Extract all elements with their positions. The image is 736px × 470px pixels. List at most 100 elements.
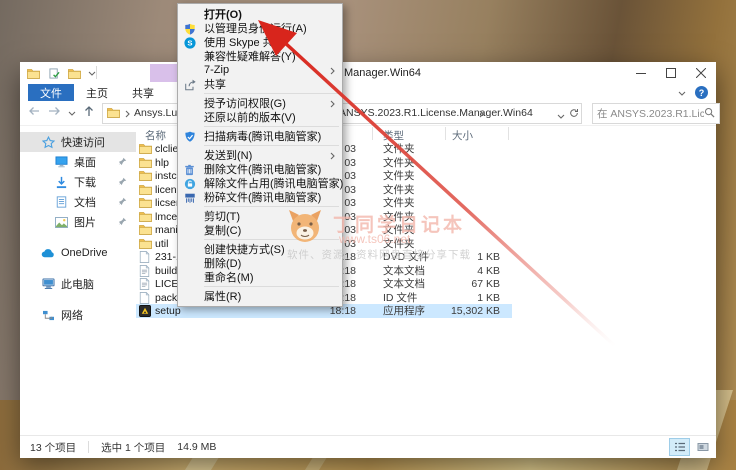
context-menu: 打开(O)以管理员身份运行(A)S使用 Skype 共享兼容性疑难解答(Y)7-… bbox=[177, 3, 343, 307]
breadcrumb-chevron-icon[interactable] bbox=[125, 109, 130, 121]
sidebar-item-pictures[interactable]: 图片 bbox=[20, 212, 136, 232]
search-input[interactable]: 在 ANSYS.2023.R1.License.... bbox=[592, 103, 720, 124]
items-count: 13 个项目 bbox=[30, 440, 76, 455]
menu-item-2[interactable]: S使用 Skype 共享 bbox=[178, 35, 342, 49]
sidebar-item-documents[interactable]: 文档 bbox=[20, 192, 136, 212]
tab-file[interactable]: 文件 bbox=[28, 84, 74, 101]
file-type: 文件夹 bbox=[383, 171, 415, 182]
menu-item-18[interactable]: 复制(C) bbox=[178, 223, 342, 237]
up-icon[interactable] bbox=[84, 105, 94, 120]
breadcrumb-chevron-icon[interactable] bbox=[479, 109, 484, 121]
window-controls bbox=[626, 62, 716, 84]
column-separator[interactable] bbox=[508, 127, 509, 140]
sidebar-item-desktop[interactable]: 桌面 bbox=[20, 152, 136, 172]
menu-item-17[interactable]: 剪切(T) bbox=[178, 209, 342, 223]
menu-item-5[interactable]: 共享 bbox=[178, 77, 342, 91]
file-type: 应用程序 bbox=[383, 306, 425, 317]
desktop: ANSYS.2023.R1.License.Manager.Win64 文件 主… bbox=[0, 0, 736, 470]
menu-separator bbox=[204, 93, 339, 94]
pictures-icon bbox=[53, 217, 69, 228]
search-icon[interactable] bbox=[704, 107, 715, 121]
menu-item-3[interactable]: 兼容性疑难解答(Y) bbox=[178, 49, 342, 63]
menu-separator bbox=[204, 239, 339, 240]
menu-item-1[interactable]: 以管理员身份运行(A) bbox=[178, 21, 342, 35]
menu-item-label: 属性(R) bbox=[204, 288, 241, 304]
onedrive-icon bbox=[40, 248, 56, 258]
file-type: 文件夹 bbox=[383, 212, 415, 223]
menu-item-13[interactable]: 删除文件(腾讯电脑管家) bbox=[178, 162, 342, 176]
file-type: 文本文档 bbox=[383, 266, 425, 277]
maximize-button[interactable] bbox=[656, 62, 686, 84]
skype-icon: S bbox=[183, 36, 196, 49]
sidebar-item-network[interactable]: 网络 bbox=[20, 305, 136, 325]
file-type: ID 文件 bbox=[383, 293, 417, 304]
menu-separator bbox=[204, 145, 339, 146]
menu-item-label: 兼容性疑难解答(Y) bbox=[204, 48, 296, 64]
menu-item-label: 粉碎文件(腾讯电脑管家) bbox=[204, 189, 321, 205]
menu-item-4[interactable]: 7-Zip bbox=[178, 63, 342, 77]
file-size: 15,302 KB bbox=[420, 306, 500, 317]
column-separator[interactable] bbox=[445, 127, 446, 140]
menu-separator bbox=[204, 126, 339, 127]
menu-item-label: 重命名(M) bbox=[204, 269, 254, 285]
sidebar-item-this-pc[interactable]: 此电脑 bbox=[20, 274, 136, 294]
ribbon-expand-chevron-icon[interactable] bbox=[678, 87, 686, 99]
address-dropdown-chevron-icon[interactable] bbox=[557, 110, 565, 122]
menu-item-20[interactable]: 创建快捷方式(S) bbox=[178, 242, 342, 256]
sidebar-item-onedrive[interactable]: OneDrive bbox=[20, 243, 136, 263]
column-separator[interactable] bbox=[372, 127, 373, 140]
pin-icon bbox=[118, 177, 127, 189]
file-size: 4 KB bbox=[420, 266, 500, 277]
menu-item-14[interactable]: 解除文件占用(腾讯电脑管家) bbox=[178, 176, 342, 190]
breadcrumb-current[interactable]: ANSYS.2023.R1.License.Manager.Win64 bbox=[339, 107, 533, 119]
qat-properties-icon[interactable] bbox=[46, 66, 62, 80]
tab-share[interactable]: 共享 bbox=[120, 84, 166, 101]
forward-icon[interactable] bbox=[48, 106, 60, 119]
network-icon bbox=[40, 310, 56, 321]
menu-item-22[interactable]: 重命名(M) bbox=[178, 270, 342, 284]
large-icons-view-icon[interactable] bbox=[693, 439, 712, 455]
share-icon bbox=[183, 78, 196, 91]
minimize-button[interactable] bbox=[626, 62, 656, 84]
back-icon[interactable] bbox=[28, 106, 40, 119]
menu-item-21[interactable]: 删除(D) bbox=[178, 256, 342, 270]
recent-locations-chevron-icon[interactable] bbox=[68, 107, 76, 119]
pin-icon bbox=[118, 217, 127, 229]
file-type: 文件夹 bbox=[383, 158, 415, 169]
tab-home[interactable]: 主页 bbox=[74, 84, 120, 101]
desktop-icon bbox=[53, 156, 69, 168]
titlebar: ANSYS.2023.R1.License.Manager.Win64 bbox=[20, 62, 716, 84]
menu-separator bbox=[204, 206, 339, 207]
file-size: 67 KB bbox=[420, 279, 500, 290]
menu-item-12[interactable]: 发送到(N) bbox=[178, 148, 342, 162]
file-size: 1 KB bbox=[420, 252, 500, 263]
menu-item-7[interactable]: 授予访问权限(G) bbox=[178, 96, 342, 110]
menu-item-15[interactable]: 粉碎文件(腾讯电脑管家) bbox=[178, 190, 342, 204]
sidebar-item-downloads[interactable]: 下载 bbox=[20, 172, 136, 192]
menu-item-8[interactable]: 还原以前的版本(V) bbox=[178, 110, 342, 124]
column-header-name[interactable]: 名称 bbox=[145, 128, 166, 143]
refresh-icon[interactable] bbox=[569, 108, 579, 121]
app-icon bbox=[139, 305, 151, 320]
sidebar-item-label: 此电脑 bbox=[61, 276, 94, 292]
menu-item-label: 共享 bbox=[204, 76, 226, 92]
help-icon[interactable]: ? bbox=[695, 86, 708, 99]
menu-item-0[interactable]: 打开(O) bbox=[178, 7, 342, 21]
file-type: 文件夹 bbox=[383, 239, 415, 250]
sidebar-item-quick-access[interactable]: 快速访问 bbox=[20, 132, 136, 152]
menu-item-24[interactable]: 属性(R) bbox=[178, 289, 342, 303]
sidebar-item-label: OneDrive bbox=[61, 247, 107, 259]
column-header-size[interactable]: 大小 bbox=[452, 128, 473, 143]
uac-shield-icon bbox=[183, 22, 196, 35]
qat-new-folder-icon[interactable] bbox=[66, 66, 82, 80]
details-view-icon[interactable] bbox=[670, 439, 689, 455]
close-button[interactable] bbox=[686, 62, 716, 84]
address-folder-icon bbox=[107, 107, 120, 121]
explorer-window: ANSYS.2023.R1.License.Manager.Win64 文件 主… bbox=[20, 62, 716, 458]
menu-item-label: 还原以前的版本(V) bbox=[204, 109, 296, 125]
file-type: 文件夹 bbox=[383, 225, 415, 236]
qat-customize-chevron-icon[interactable] bbox=[84, 66, 100, 80]
address-row: Ansys.Lumerical.2023.R1 ANSYS.2023.R1.Li… bbox=[20, 101, 716, 126]
menu-item-10[interactable]: 扫描病毒(腾讯电脑管家) bbox=[178, 129, 342, 143]
column-header-type[interactable]: 类型 bbox=[383, 128, 404, 143]
